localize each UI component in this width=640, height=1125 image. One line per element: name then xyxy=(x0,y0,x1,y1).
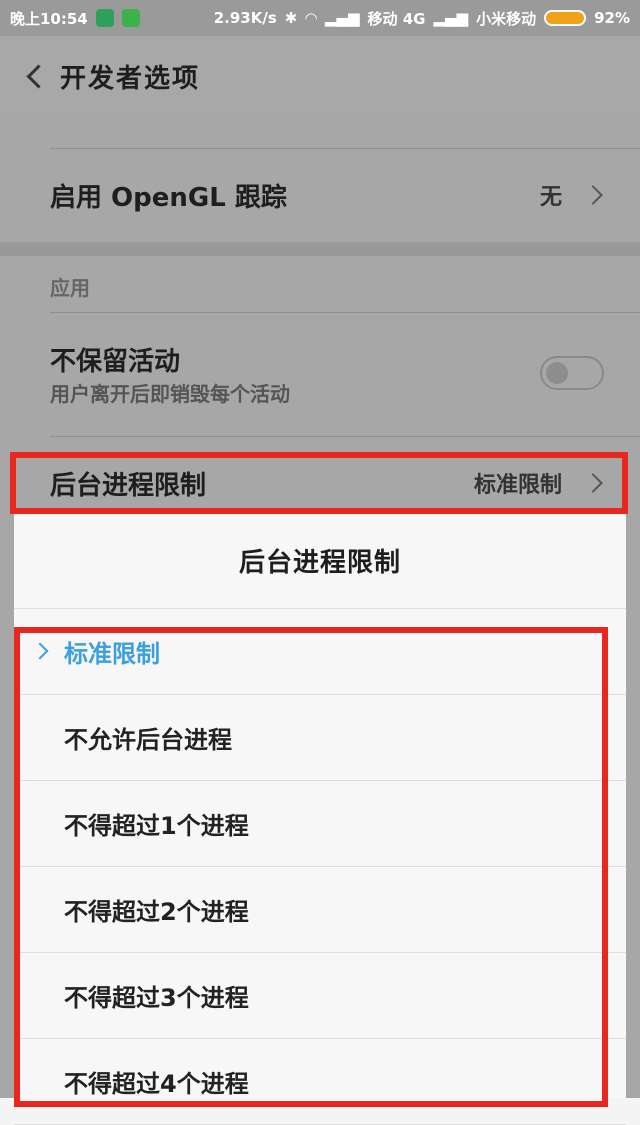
divider xyxy=(50,436,640,437)
page-title: 开发者选项 xyxy=(60,63,201,94)
battery-percent: 92% xyxy=(594,9,630,27)
section-label-apps: 应用 xyxy=(50,276,90,300)
back-arrow-icon[interactable] xyxy=(0,36,60,116)
highlight-box-options xyxy=(14,627,608,1107)
shield-icon xyxy=(95,9,114,27)
dont-keep-activities-title: 不保留活动 xyxy=(50,347,181,377)
chevron-right-icon xyxy=(583,185,603,205)
status-bar: 晚上10:54 2.93K/s ✱ ◠ ▂▄▆ 移动 4G ▂▄▆ 小米移动 9… xyxy=(0,0,640,36)
dont-keep-activities-toggle[interactable] xyxy=(540,356,604,390)
opengl-trace-title: 启用 OpenGL 跟踪 xyxy=(50,182,287,213)
dialog-title: 后台进程限制 xyxy=(238,547,401,578)
bluetooth-icon: ✱ xyxy=(284,9,298,27)
opengl-trace-value: 无 xyxy=(539,185,562,210)
wechat-icon xyxy=(121,9,140,27)
section-gap xyxy=(0,242,640,256)
network-speed: 2.93K/s xyxy=(213,9,277,27)
wifi-icon: ◠ xyxy=(305,9,317,27)
signal-icon: ▂▄▆ xyxy=(324,9,360,27)
status-time: 晚上10:54 xyxy=(10,9,88,28)
app-bar: 开发者选项 xyxy=(0,36,640,116)
carrier-2: 小米移动 xyxy=(476,9,537,28)
opengl-trace-row[interactable]: 启用 OpenGL 跟踪 无 xyxy=(0,149,640,241)
carrier-1: 移动 4G xyxy=(367,9,426,28)
highlight-box-row xyxy=(10,452,628,514)
dont-keep-activities-subtitle: 用户离开后即销毁每个活动 xyxy=(50,382,290,406)
battery-icon xyxy=(544,10,587,26)
signal-icon-2: ▂▄▆ xyxy=(433,9,469,27)
